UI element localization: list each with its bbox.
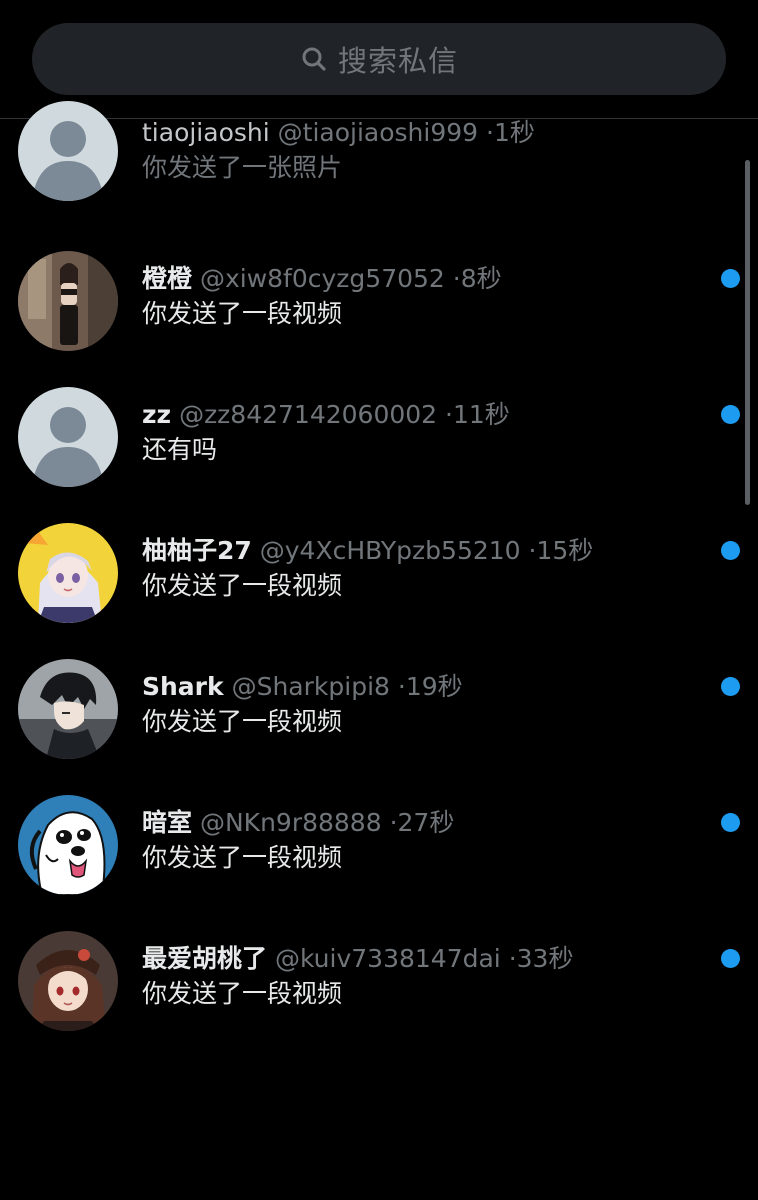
conversation-text: 柚柚子27 @y4XcHBYpzb55210 ·15秒 你发送了一段视频 (142, 534, 698, 604)
conversation-handle: @NKn9r88888 (199, 808, 382, 837)
conversation-header: Shark @Sharkpipi8 ·19秒 (142, 670, 698, 704)
conversation-preview: 你发送了一段视频 (142, 979, 343, 1008)
conversation-header: zz @zz8427142060002 ·11秒 (142, 398, 698, 432)
separator-dot: · (389, 808, 398, 837)
default-avatar-icon[interactable] (18, 101, 118, 201)
conversation-name: 橙橙 (142, 264, 193, 293)
unread-indicator (721, 677, 740, 696)
conversation-header: tiaojiaoshi @tiaojiaoshi999 ·1秒 (142, 116, 698, 150)
conversation-time: 15秒 (536, 536, 594, 565)
conversation-time: 19秒 (405, 672, 463, 701)
conversation-handle: @kuiv7338147dai (274, 944, 501, 973)
conversation-name: 暗室 (142, 808, 193, 837)
unread-indicator (721, 405, 740, 424)
search-input[interactable]: 搜索私信 (32, 23, 726, 95)
conversation-row-tiaojiaoshi[interactable]: tiaojiaoshi @tiaojiaoshi999 ·1秒 你发送了一张照片 (0, 101, 758, 248)
conversation-time: 1秒 (493, 118, 535, 147)
conversation-text: Shark @Sharkpipi8 ·19秒 你发送了一段视频 (142, 670, 698, 740)
conversation-row-shark[interactable]: Shark @Sharkpipi8 ·19秒 你发送了一段视频 (0, 656, 758, 792)
conversation-preview: 你发送了一段视频 (142, 843, 343, 872)
separator-dot: · (452, 264, 461, 293)
conversation-preview: 你发送了一张照片 (142, 153, 343, 182)
conversation-time: 33秒 (516, 944, 574, 973)
conversation-time: 11秒 (453, 400, 510, 429)
unread-indicator (721, 269, 740, 288)
conversation-list: tiaojiaoshi @tiaojiaoshi999 ·1秒 你发送了一张照片 (0, 101, 758, 1064)
conversation-row-chengcheng[interactable]: 橙橙 @xiw8f0cyzg57052 ·8秒 你发送了一段视频 (0, 248, 758, 384)
conversation-text: zz @zz8427142060002 ·11秒 还有吗 (142, 398, 698, 468)
unread-indicator (721, 541, 740, 560)
conversation-name: Shark (142, 672, 224, 701)
anime-avatar[interactable] (18, 931, 118, 1031)
conversation-handle: @y4XcHBYpzb55210 (259, 536, 521, 565)
anime-avatar[interactable] (18, 523, 118, 623)
conversation-text: 暗室 @NKn9r88888 ·27秒 你发送了一段视频 (142, 806, 698, 876)
conversation-preview: 你发送了一段视频 (142, 299, 343, 328)
conversation-header: 暗室 @NKn9r88888 ·27秒 (142, 806, 698, 840)
separator-dot: · (445, 400, 453, 429)
conversation-header: 柚柚子27 @y4XcHBYpzb55210 ·15秒 (142, 534, 698, 568)
separator-dot: · (486, 118, 494, 147)
scrollbar[interactable] (745, 160, 750, 505)
search-placeholder: 搜索私信 (337, 44, 458, 78)
conversation-name: 最爱胡桃了 (142, 944, 268, 973)
separator-dot: · (508, 944, 517, 973)
conversation-header: 橙橙 @xiw8f0cyzg57052 ·8秒 (142, 262, 698, 296)
conversation-row-zuiaihutaole[interactable]: 最爱胡桃了 @kuiv7338147dai ·33秒 你发送了一段视频 (0, 928, 758, 1064)
cartoon-dog-avatar[interactable] (18, 795, 118, 895)
conversation-text: tiaojiaoshi @tiaojiaoshi999 ·1秒 你发送了一张照片 (142, 116, 698, 186)
unread-indicator (721, 813, 740, 832)
conversation-name: tiaojiaoshi (142, 118, 270, 147)
conversation-handle: @tiaojiaoshi999 (277, 118, 479, 147)
conversation-row-anshi[interactable]: 暗室 @NKn9r88888 ·27秒 你发送了一段视频 (0, 792, 758, 928)
conversation-preview: 你发送了一段视频 (142, 571, 343, 600)
conversation-time: 27秒 (397, 808, 455, 837)
anime-avatar[interactable] (18, 659, 118, 759)
conversation-name: zz (142, 400, 172, 429)
conversation-handle: @xiw8f0cyzg57052 (199, 264, 445, 293)
unread-indicator (721, 949, 740, 968)
conversation-preview: 你发送了一段视频 (142, 707, 343, 736)
conversation-handle: @zz8427142060002 (179, 400, 438, 429)
conversation-row-youyouzi27[interactable]: 柚柚子27 @y4XcHBYpzb55210 ·15秒 你发送了一段视频 (0, 520, 758, 656)
separator-dot: · (397, 672, 406, 701)
default-avatar-icon[interactable] (18, 387, 118, 487)
photo-avatar[interactable] (18, 251, 118, 351)
conversation-preview: 还有吗 (142, 435, 218, 464)
conversation-time: 8秒 (460, 264, 502, 293)
conversation-handle: @Sharkpipi8 (231, 672, 390, 701)
conversation-name: 柚柚子27 (142, 536, 252, 565)
conversation-text: 橙橙 @xiw8f0cyzg57052 ·8秒 你发送了一段视频 (142, 262, 698, 332)
search-icon (300, 45, 328, 73)
conversation-text: 最爱胡桃了 @kuiv7338147dai ·33秒 你发送了一段视频 (142, 942, 698, 1012)
conversation-header: 最爱胡桃了 @kuiv7338147dai ·33秒 (142, 942, 698, 976)
conversation-row-zz[interactable]: zz @zz8427142060002 ·11秒 还有吗 (0, 384, 758, 520)
